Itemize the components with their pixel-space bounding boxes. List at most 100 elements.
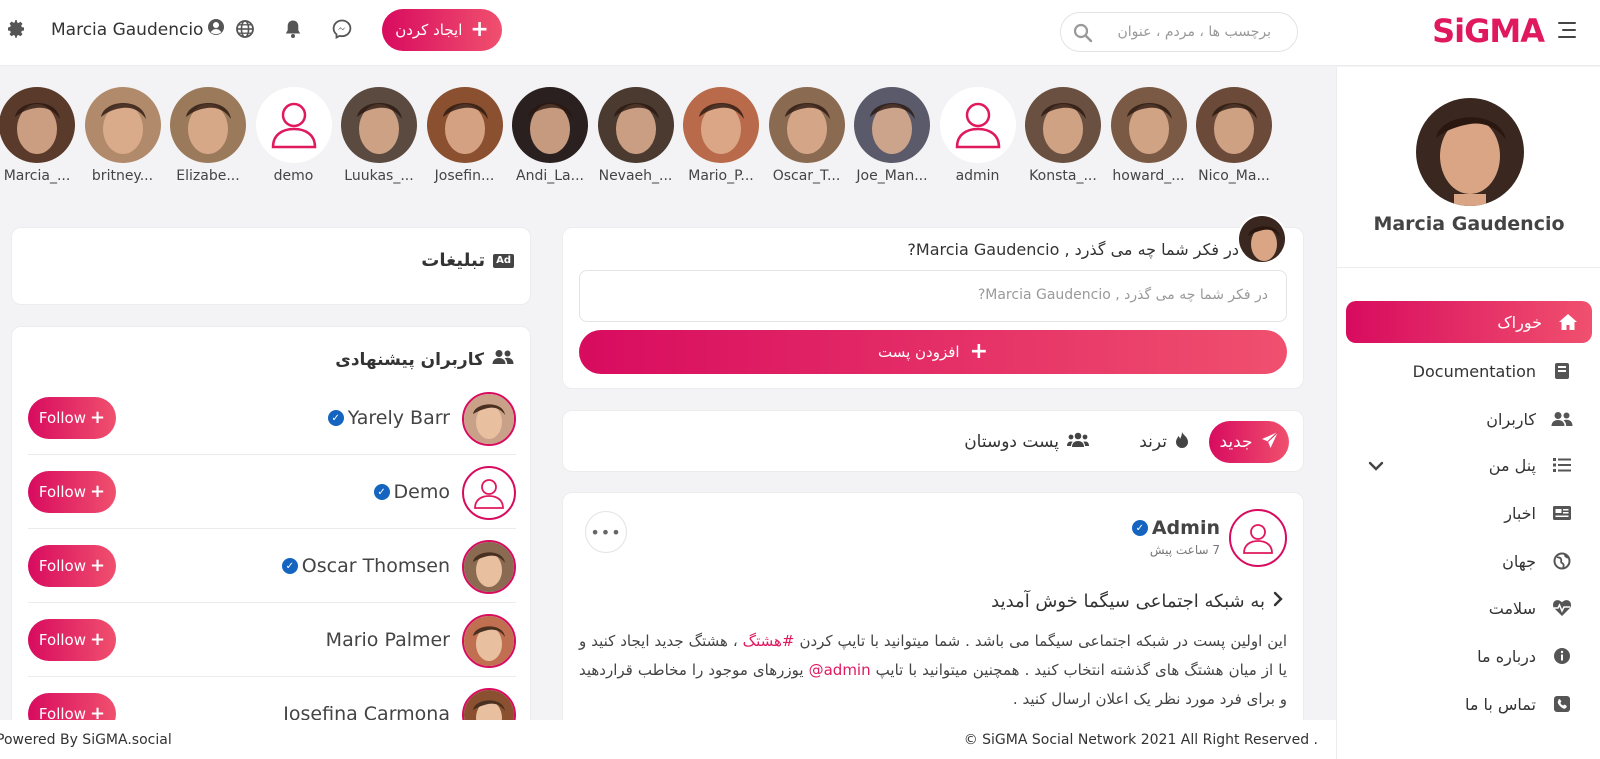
story-name: howard_...: [1112, 168, 1185, 184]
users-icon: [1550, 411, 1574, 427]
tab-trend[interactable]: ترند: [1139, 421, 1189, 463]
chevron-down-icon[interactable]: [1368, 456, 1384, 475]
sidebar-item-world[interactable]: جهان: [1336, 540, 1600, 582]
feed-tabs: جدید ترند پست دوستان: [562, 410, 1304, 472]
story-name: Nico_Ma...: [1198, 168, 1270, 184]
follow-button[interactable]: Follow +: [28, 397, 116, 439]
story-item[interactable]: Luukas_...: [341, 87, 417, 184]
suggested-title: کاربران پیشنهادی: [335, 349, 484, 370]
sidebar-item-health[interactable]: سلامت: [1336, 587, 1600, 629]
sidebar-item-feed[interactable]: خوراک: [1346, 301, 1592, 343]
sidebar-item-my-panel[interactable]: پنل من: [1336, 444, 1600, 486]
tab-new[interactable]: جدید: [1209, 421, 1289, 463]
story-item[interactable]: Marcia_...: [0, 87, 75, 184]
suggested-user-name[interactable]: ✓ Yarely Barr: [327, 407, 450, 429]
follow-button[interactable]: Follow +: [28, 471, 116, 513]
tab-friends-posts[interactable]: پست دوستان: [964, 421, 1089, 463]
sidebar-item-label: Documentation: [1412, 361, 1536, 381]
book-icon: [1550, 362, 1574, 380]
sidebar-item-label: تماس با ما: [1464, 694, 1536, 714]
more-options-button[interactable]: •••: [585, 511, 627, 553]
chevron-right-icon: [1273, 591, 1283, 612]
story-name: britney...: [91, 168, 154, 184]
story-avatar: [1196, 87, 1272, 163]
plus-icon: +: [89, 555, 106, 576]
search-box[interactable]: برچسب ها ، مردم ، عنوان: [1060, 12, 1298, 52]
globe-icon: [1550, 552, 1574, 570]
sidebar-item-label: درباره ما: [1477, 646, 1536, 666]
post-text-input[interactable]: در فکر شما چه می گذرد , Marcia Gaudencio…: [579, 270, 1287, 322]
suggested-user-name[interactable]: ✓ Oscar Thomsen: [281, 555, 450, 577]
story-item[interactable]: Mario_P...: [683, 87, 759, 184]
add-post-button[interactable]: + افزودن پست: [579, 330, 1287, 374]
sidebar-item-label: اخبار: [1504, 503, 1536, 523]
suggested-user-avatar[interactable]: [462, 614, 516, 668]
plus-icon: +: [470, 17, 489, 42]
messenger-icon[interactable]: [331, 18, 353, 40]
sidebar-item-label: جهان: [1502, 551, 1536, 571]
suggested-user-name-text: Mario Palmer: [325, 629, 450, 651]
hashtag-link[interactable]: #هشتگ: [743, 632, 795, 650]
story-item[interactable]: admin: [939, 87, 1016, 184]
story-avatar: [84, 87, 161, 163]
mention-link[interactable]: admin@: [809, 661, 871, 679]
follow-button[interactable]: Follow +: [28, 619, 116, 661]
story-name: Konsta_...: [1029, 168, 1097, 184]
suggested-user-avatar[interactable]: [462, 466, 516, 520]
create-button[interactable]: + ایجاد کردن: [382, 9, 502, 51]
right-sidebar: Marcia Gaudencio خوراک Documentation کار…: [1336, 67, 1600, 759]
add-post-label: افزودن پست: [877, 343, 960, 361]
suggested-user-name[interactable]: ✓ Demo: [373, 481, 450, 503]
story-item[interactable]: Joe_Man...: [854, 87, 930, 184]
story-item[interactable]: Andi_La...: [512, 87, 588, 184]
user-circle-icon: [207, 18, 225, 41]
phone-icon: [1550, 695, 1574, 713]
ads-card: Ad تبلیغات: [11, 227, 531, 305]
globe-icon[interactable]: [234, 18, 256, 40]
sidebar-item-label: کاربران: [1486, 409, 1536, 429]
newspaper-icon: [1550, 505, 1574, 521]
sidebar-item-users[interactable]: کاربران: [1336, 398, 1600, 440]
story-item[interactable]: Oscar_T...: [768, 87, 845, 184]
story-item[interactable]: Josefin...: [426, 87, 503, 184]
gear-icon[interactable]: [5, 18, 27, 40]
info-icon: [1550, 647, 1574, 665]
bell-icon[interactable]: [282, 18, 304, 40]
profile-avatar[interactable]: [1416, 98, 1524, 206]
app-logo[interactable]: SiGMA: [1432, 12, 1545, 50]
story-avatar: [1025, 87, 1101, 163]
search-icon[interactable]: [1073, 23, 1093, 47]
ads-title: تبلیغات: [421, 250, 486, 271]
suggested-user-row: ✓ Oscar Thomsen Follow +: [28, 529, 516, 603]
post-composer: در فکر شما چه می گذرد , Marcia Gaudencio…: [562, 214, 1304, 389]
post-input-placeholder: در فکر شما چه می گذرد , Marcia Gaudencio…: [977, 287, 1268, 303]
post-author-avatar[interactable]: [1229, 509, 1287, 567]
story-avatar: [0, 87, 75, 163]
story-item[interactable]: howard_...: [1110, 87, 1187, 184]
follow-button[interactable]: Follow +: [28, 545, 116, 587]
footer-copyright: © SiGMA Social Network 2021 All Right Re…: [963, 732, 1318, 748]
story-item[interactable]: demo: [255, 87, 332, 184]
sidebar-item-news[interactable]: اخبار: [1336, 492, 1600, 534]
story-name: Marcia_...: [3, 168, 71, 184]
sidebar-item-contact[interactable]: تماس با ما: [1336, 683, 1600, 725]
footer-powered-by[interactable]: Powered By SiGMA.social: [0, 732, 172, 748]
story-avatar: [255, 87, 332, 163]
sidebar-item-about[interactable]: درباره ما: [1336, 635, 1600, 677]
suggested-user-name[interactable]: Mario Palmer: [326, 629, 450, 651]
story-item[interactable]: Nico_Ma...: [1196, 87, 1272, 184]
users-icon: [1067, 432, 1089, 453]
suggested-user-avatar[interactable]: [462, 392, 516, 446]
story-item[interactable]: Elizabe...: [170, 87, 246, 184]
story-item[interactable]: britney...: [84, 87, 161, 184]
follow-label: Follow: [38, 409, 86, 427]
post-author[interactable]: Admin ✓: [1131, 517, 1220, 539]
users-icon: [492, 349, 514, 370]
user-menu[interactable]: Marcia Gaudencio: [51, 18, 225, 41]
sidebar-item-documentation[interactable]: Documentation: [1336, 350, 1600, 392]
menu-icon[interactable]: [1558, 22, 1576, 38]
suggested-user-avatar[interactable]: [462, 540, 516, 594]
story-item[interactable]: Konsta_...: [1025, 87, 1101, 184]
story-item[interactable]: Nevaeh_...: [597, 87, 674, 184]
home-icon: [1556, 313, 1580, 331]
